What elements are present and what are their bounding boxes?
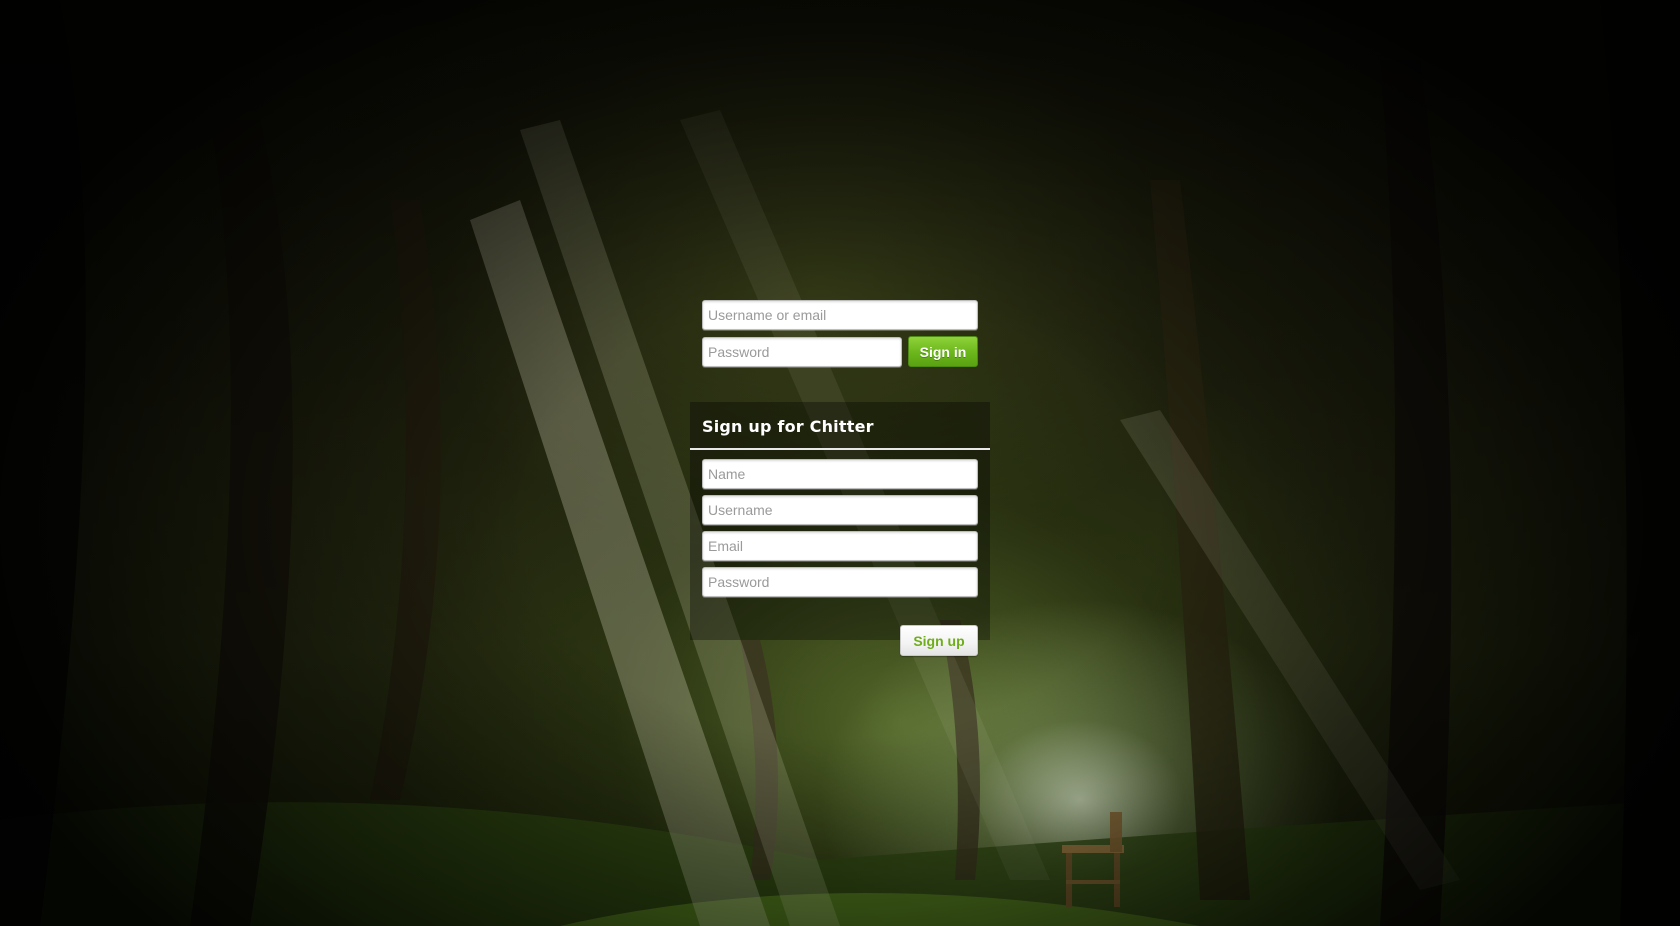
signin-password-row: Sign in	[702, 336, 978, 367]
signup-heading: Sign up for Chitter	[702, 417, 874, 436]
signin-username-input[interactable]	[702, 300, 978, 330]
signup-name-input[interactable]	[702, 459, 978, 489]
signin-password-input[interactable]	[702, 336, 902, 367]
signup-username-input[interactable]	[702, 495, 978, 525]
signup-button[interactable]: Sign up	[900, 625, 978, 656]
signup-email-input[interactable]	[702, 531, 978, 561]
signup-password-input[interactable]	[702, 567, 978, 597]
signup-form	[702, 459, 978, 603]
signin-form: Sign in	[702, 300, 978, 367]
signup-divider	[690, 448, 990, 450]
signin-button[interactable]: Sign in	[908, 336, 978, 367]
signup-section: Sign up for Chitter Sign up	[690, 402, 990, 656]
